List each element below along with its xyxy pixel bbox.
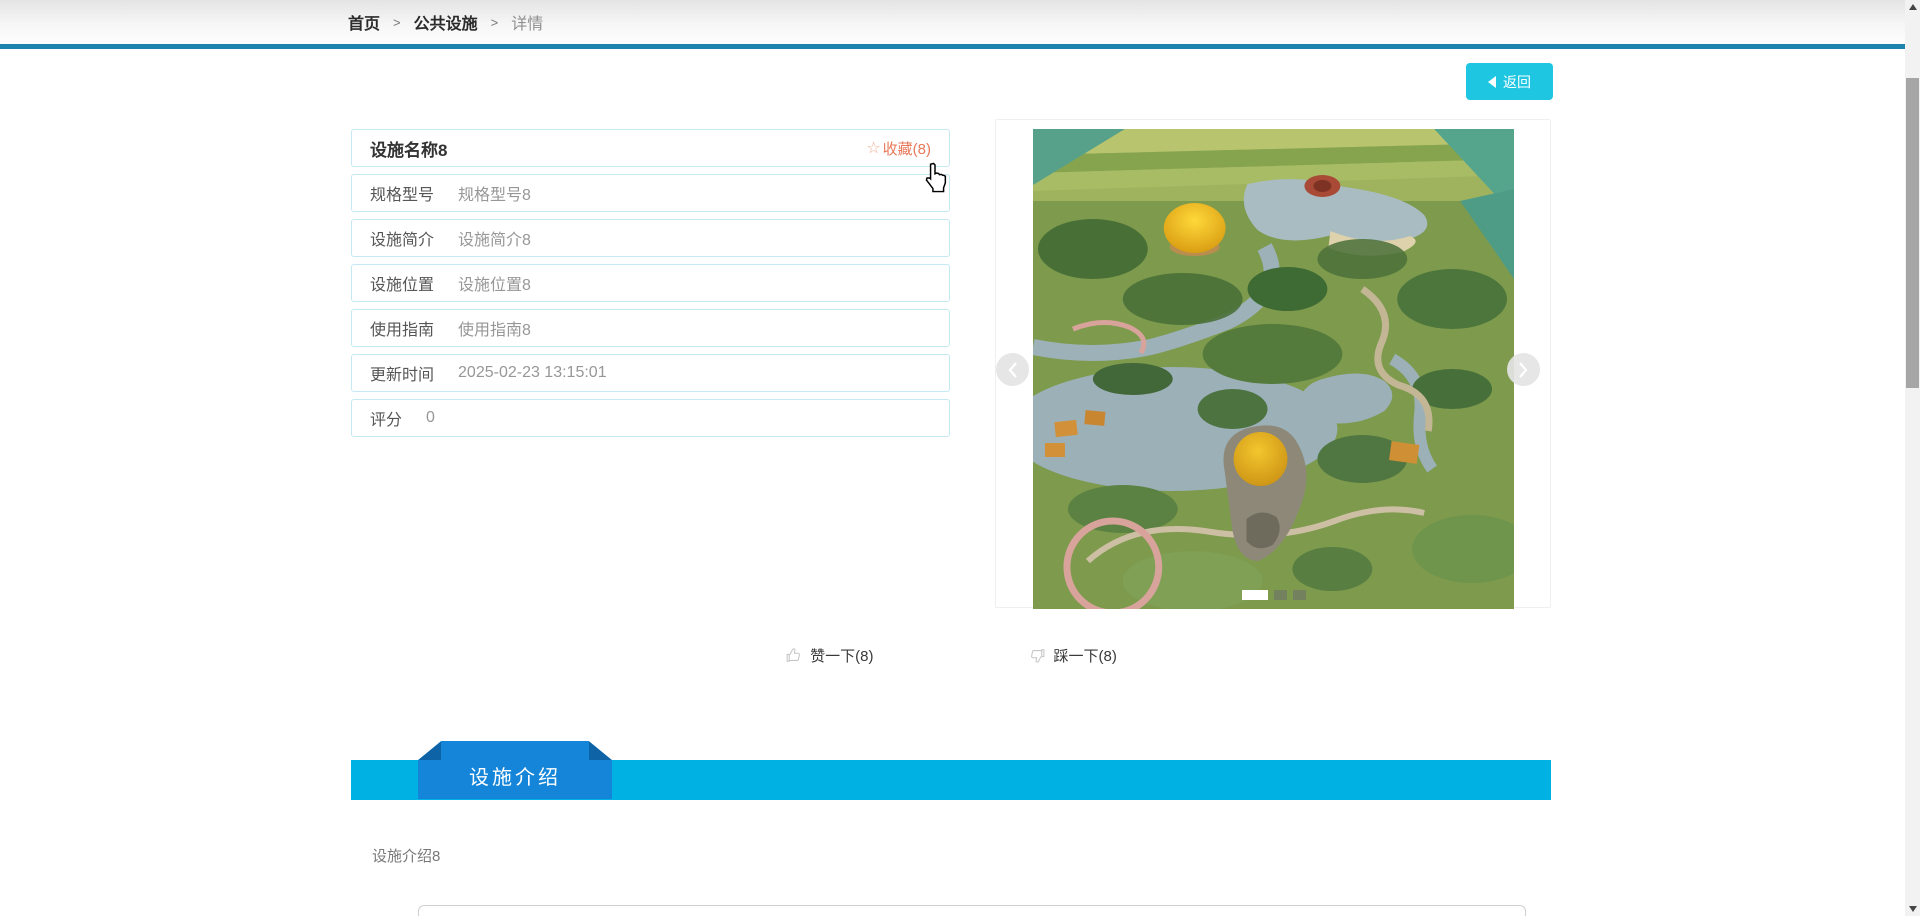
thumbs-down-icon	[1029, 647, 1046, 664]
breadcrumb-separator: >	[491, 15, 499, 30]
table-row: 评分 0	[351, 399, 950, 437]
carousel-prev-button[interactable]	[996, 353, 1029, 386]
dislike-button[interactable]: 踩一下(8)	[1029, 645, 1117, 666]
chevron-left-icon	[1007, 361, 1018, 379]
facility-photo	[1033, 129, 1514, 609]
carousel-indicators	[1033, 590, 1514, 600]
row-label: 更新时间	[370, 361, 434, 385]
like-label: 赞一下(8)	[810, 645, 873, 666]
row-label: 设施简介	[370, 226, 434, 250]
dislike-label: 踩一下(8)	[1054, 645, 1117, 666]
header-accent-line	[0, 44, 1920, 49]
row-value: 规格型号8	[458, 181, 531, 205]
table-row: 规格型号 规格型号8	[351, 174, 950, 212]
reactions-bar: 赞一下(8) 踩一下(8)	[351, 645, 1551, 666]
row-label: 规格型号	[370, 181, 434, 205]
row-value: 使用指南8	[458, 316, 531, 340]
thumbs-up-icon	[785, 647, 802, 664]
table-row: 设施位置 设施位置8	[351, 264, 950, 302]
page: 首页 > 公共设施 > 详情 返回 设施名称8 ☆ 收藏(8) 规格型号 规格型…	[0, 0, 1920, 916]
scroll-down-button[interactable]	[1905, 902, 1920, 916]
section-ribbon-bar: 设施介绍	[351, 760, 1551, 800]
photo-carousel	[995, 119, 1551, 608]
table-row: 设施简介 设施简介8	[351, 219, 950, 257]
back-button-label: 返回	[1503, 72, 1531, 92]
star-icon: ☆	[866, 138, 880, 158]
row-value: 0	[426, 409, 435, 427]
comment-input-box[interactable]	[418, 905, 1526, 916]
carousel-indicator[interactable]	[1293, 590, 1306, 600]
favorite-button[interactable]: ☆ 收藏(8)	[866, 138, 931, 159]
row-value: 设施位置8	[458, 271, 531, 295]
carousel-indicator[interactable]	[1274, 590, 1287, 600]
table-row: 更新时间 2025-02-23 13:15:01	[351, 354, 950, 392]
row-label: 评分	[370, 406, 402, 430]
facility-name: 设施名称8	[370, 136, 447, 161]
breadcrumb: 首页 > 公共设施 > 详情	[348, 0, 543, 44]
section-ribbon-tab: 设施介绍	[418, 741, 612, 799]
row-value: 设施简介8	[458, 226, 531, 250]
back-button[interactable]: 返回	[1466, 63, 1553, 100]
breadcrumb-current: 详情	[511, 10, 543, 34]
chevron-right-icon	[1518, 361, 1529, 379]
breadcrumb-separator: >	[393, 15, 401, 30]
scroll-up-button[interactable]	[1905, 0, 1920, 14]
facility-title-row: 设施名称8 ☆ 收藏(8)	[351, 129, 950, 167]
section-title: 设施介绍	[469, 761, 561, 790]
facility-info-panel: 设施名称8 ☆ 收藏(8) 规格型号 规格型号8 设施简介 设施简介8 设施位置…	[351, 129, 950, 444]
scroll-up-icon	[1909, 4, 1917, 10]
carousel-indicator-active[interactable]	[1242, 590, 1268, 600]
scrollbar-thumb[interactable]	[1906, 78, 1919, 388]
back-arrow-icon	[1488, 76, 1496, 88]
carousel-next-button[interactable]	[1507, 353, 1540, 386]
breadcrumb-section[interactable]: 公共设施	[414, 10, 478, 34]
breadcrumb-home[interactable]: 首页	[348, 10, 380, 34]
header-bar: 首页 > 公共设施 > 详情	[0, 0, 1920, 44]
row-label: 使用指南	[370, 316, 434, 340]
row-value: 2025-02-23 13:15:01	[458, 364, 607, 382]
table-row: 使用指南 使用指南8	[351, 309, 950, 347]
scroll-down-icon	[1909, 906, 1917, 912]
intro-text: 设施介绍8	[372, 845, 440, 866]
vertical-scrollbar[interactable]	[1905, 0, 1920, 916]
row-label: 设施位置	[370, 271, 434, 295]
like-button[interactable]: 赞一下(8)	[785, 645, 873, 666]
aerial-park-illustration	[1033, 129, 1514, 609]
favorite-label: 收藏(8)	[883, 138, 931, 159]
